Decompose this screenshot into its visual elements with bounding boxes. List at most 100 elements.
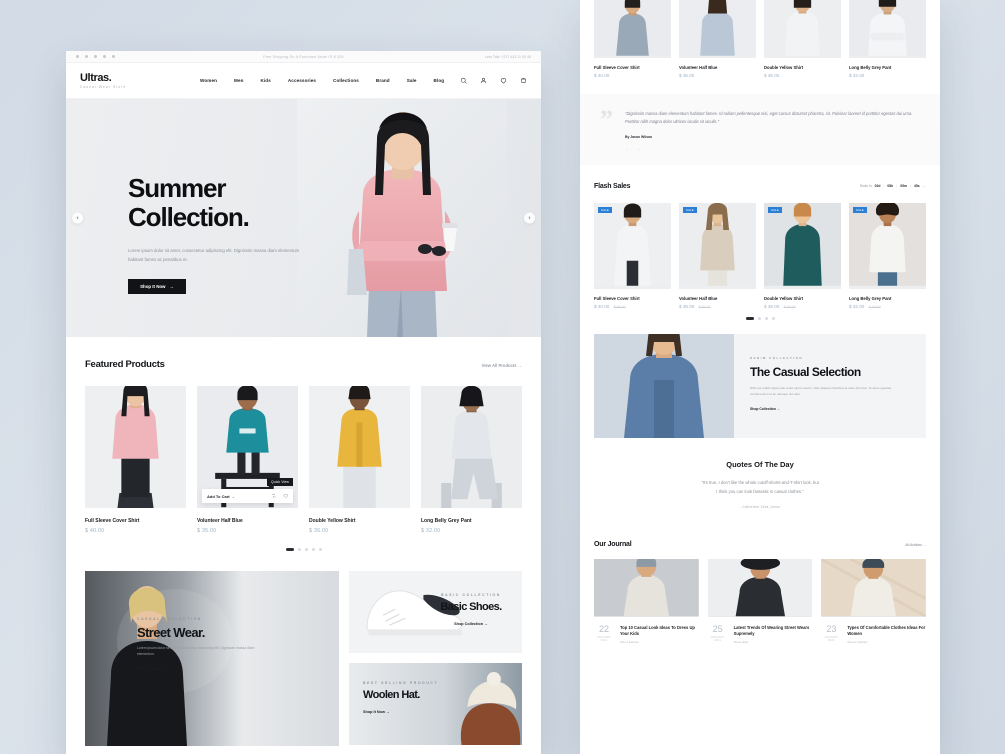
product-card[interactable]: SALE Full Sleeve Cover Shirt $ 40.00 $ 6… xyxy=(594,202,671,309)
compare-icon[interactable] xyxy=(271,493,277,499)
nav-item-men[interactable]: Men xyxy=(234,78,244,83)
product-image: SALE xyxy=(764,202,841,289)
product-price: $ 32.00 $ 48.00 xyxy=(849,304,926,309)
quick-view-tooltip: Quick View xyxy=(267,478,293,486)
arrow-right-icon: → xyxy=(484,622,488,626)
journal-card[interactable]: 23 JANUARY 2021 Types Of Comfortable Clo… xyxy=(821,559,926,644)
nav-item-collections[interactable]: Collections xyxy=(333,78,359,83)
product-card-hovered[interactable]: Quick View Add To Cart → Volunteer Half … xyxy=(197,386,298,534)
journal-post-title: Latest Trends Of Wearing Street Wears Su… xyxy=(733,625,810,637)
street-wear-banner[interactable]: CASUAL COLLECTION Street Wear. Lorem ips… xyxy=(85,571,339,746)
carousel-dot[interactable] xyxy=(757,316,761,320)
product-name: Volunteer Half Blue xyxy=(679,295,718,301)
journal-view-all-link[interactable]: All Articles → xyxy=(905,543,926,547)
sale-badge: SALE xyxy=(683,206,697,213)
product-card[interactable]: Double Yellow Shirt $ 36.00 xyxy=(309,386,410,534)
basic-shoes-cta-label: Shop Collection xyxy=(454,622,484,626)
price-old: $ 55.00 xyxy=(783,304,796,309)
basic-shoes-cta[interactable]: Shop Collection → xyxy=(425,622,517,626)
journal-text: Latest Trends Of Wearing Street Wears Su… xyxy=(734,625,813,644)
product-card[interactable]: SALE Volunteer Half Blue $ 35.00 $ 50.00 xyxy=(679,202,756,309)
nav-item-women[interactable]: Women xyxy=(200,78,217,83)
flash-countdown-timer: Ends In 02d: 08h: 05m: 45s → xyxy=(860,184,926,189)
nav-item-accessories[interactable]: Accessories xyxy=(288,78,316,83)
shop-it-now-button[interactable]: Shop It Now → xyxy=(128,278,186,294)
product-image: SALE xyxy=(679,202,756,289)
street-wear-paragraph: Lorem ipsum dolor sit amet, consectetur … xyxy=(137,646,255,657)
main-navigation: Women Men Kids Accessories Collections B… xyxy=(200,78,460,83)
product-name: Volunteer Half Blue xyxy=(197,518,243,524)
product-card[interactable]: Long Belly Grey Pant $ 32.00 xyxy=(849,0,926,78)
product-card[interactable]: SALE Double Yellow Shirt $ 36.00 $ 55.00 xyxy=(764,202,841,309)
product-image xyxy=(594,0,671,58)
product-card[interactable]: Long Belly Grey Pant $ 32.00 xyxy=(421,386,522,534)
denim-title: The Casual Selection xyxy=(750,364,861,379)
woolen-hat-cta[interactable]: Shop It Now → xyxy=(363,710,473,714)
add-to-cart-button[interactable]: Add To Cart → xyxy=(207,494,235,499)
carousel-dot-active[interactable] xyxy=(745,316,754,320)
denim-model-photo xyxy=(594,333,734,438)
view-all-label: View All Products xyxy=(481,363,517,368)
site-logo[interactable]: Ultras. Casual Wear Store xyxy=(80,72,200,89)
basic-shoes-banner[interactable]: BASIC COLLECTION Basic Shoes. Shop Colle… xyxy=(349,571,522,653)
arrow-right-icon[interactable]: → xyxy=(923,184,926,188)
product-image xyxy=(849,0,926,58)
carousel-dot[interactable] xyxy=(297,548,301,551)
journal-post-title: Top 10 Casual Look Ideas To Dress Up You… xyxy=(620,625,695,637)
product-card[interactable]: Double Yellow Shirt $ 36.00 xyxy=(764,0,841,78)
street-wear-cta-label: Shop Collection xyxy=(137,666,166,671)
journal-month: JANUARY 2021 xyxy=(824,636,839,643)
product-card[interactable]: Volunteer Half Blue $ 35.00 xyxy=(679,0,756,78)
timer-label: Ends In xyxy=(860,184,872,189)
nav-item-sale[interactable]: Sale xyxy=(407,78,417,83)
hero-next-button[interactable]: › xyxy=(524,212,535,224)
carousel-dot[interactable] xyxy=(311,548,315,551)
nav-item-blog[interactable]: Blog xyxy=(434,78,445,83)
view-all-products-link[interactable]: View All Products → xyxy=(482,363,523,368)
collections-row: CASUAL COLLECTION Street Wear. Lorem ips… xyxy=(85,571,522,746)
product-price: $ 35.00 xyxy=(197,528,217,534)
carousel-dot[interactable] xyxy=(304,548,308,551)
journal-post-category: Women Fashion xyxy=(847,640,868,645)
carousel-dot[interactable] xyxy=(318,548,322,551)
flash-sales-section: Flash Sales Ends In 02d: 08h: 05m: 45s → xyxy=(580,165,940,320)
woolen-hat-title: Woolen Hat. xyxy=(363,689,420,701)
carousel-dot[interactable] xyxy=(771,316,775,320)
product-price: $ 36.00 $ 55.00 xyxy=(764,304,841,309)
product-card[interactable]: Full Sleeve Cover Shirt $ 40.00 xyxy=(85,386,186,534)
journal-photo-woman-hat xyxy=(707,559,813,617)
search-icon[interactable] xyxy=(460,77,467,84)
heart-icon[interactable] xyxy=(283,493,289,499)
hero-prev-button[interactable]: ‹ xyxy=(72,212,83,224)
product-photo-denim-jacket xyxy=(679,0,756,56)
quotes-of-the-day-section: Quotes Of The Day "It's true, I don't li… xyxy=(580,438,940,530)
user-icon[interactable] xyxy=(480,77,487,84)
denim-cta[interactable]: Shop Collection → xyxy=(750,407,910,411)
nav-item-brand[interactable]: Brand xyxy=(376,78,390,83)
journal-card[interactable]: 22 JANUARY 2021 Top 10 Casual Look Ideas… xyxy=(594,559,699,644)
product-photo-shirt-pink xyxy=(85,386,186,508)
testimonial-nav-arrows[interactable]: ← → xyxy=(625,146,920,151)
denim-collection-banner[interactable]: DENIM COLLECTION The Casual Selection Ni… xyxy=(594,333,926,438)
quote-line-2: I think you can look fantastic in casual… xyxy=(716,488,804,494)
product-photo-teal-sweater xyxy=(764,202,841,286)
shop-it-now-label: Shop It Now xyxy=(140,283,166,289)
street-wear-cta[interactable]: Shop Collection → xyxy=(137,667,287,671)
carousel-dot-active[interactable] xyxy=(285,548,294,551)
nav-item-kids[interactable]: Kids xyxy=(261,78,271,83)
product-price: $ 36.00 xyxy=(309,528,329,534)
arrow-right-icon: → xyxy=(922,542,926,547)
product-card[interactable]: SALE Long Belly Grey Pant $ 32.00 $ 48.0… xyxy=(849,202,926,309)
journal-card[interactable]: 25 JANUARY 2021 Latest Trends Of Wearing… xyxy=(707,559,813,644)
cart-icon[interactable] xyxy=(520,77,527,84)
top-products-section: Full Sleeve Cover Shirt $ 40.00 Voluntee… xyxy=(580,0,940,78)
denim-paragraph: Nibh est mattis ligula odio amet turpis … xyxy=(750,385,892,396)
journal-header: Our Journal All Articles → xyxy=(594,529,926,559)
product-card[interactable]: Full Sleeve Cover Shirt $ 40.00 xyxy=(594,0,671,78)
heart-icon[interactable] xyxy=(500,77,507,84)
sale-badge: SALE xyxy=(853,206,867,213)
carousel-dot[interactable] xyxy=(764,316,768,320)
arrow-right-icon: → xyxy=(776,406,781,411)
woolen-hat-banner[interactable]: BEST SELLING PRODUCT Woolen Hat. Shop It… xyxy=(349,663,522,745)
price-current: $ 32.00 xyxy=(849,303,865,309)
